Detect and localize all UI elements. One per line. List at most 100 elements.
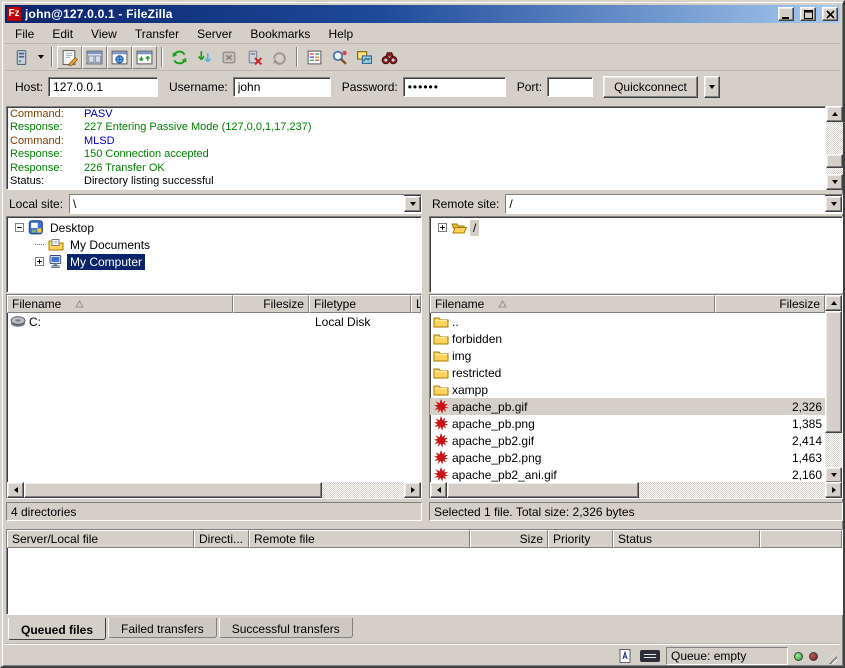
directory-comparison-button[interactable] (352, 46, 377, 69)
scroll-right-button[interactable] (404, 482, 421, 498)
menu-help[interactable]: Help (319, 25, 362, 43)
scroll-down-button[interactable] (825, 467, 842, 483)
tree-item-root[interactable]: / (430, 219, 842, 236)
quickconnect-dropdown[interactable] (704, 76, 720, 98)
remote-file-row[interactable]: .. (430, 313, 825, 330)
site-manager-dropdown[interactable] (34, 46, 47, 69)
titlebar[interactable]: Fz john@127.0.0.1 - FileZilla (5, 5, 840, 23)
tree-item-desktop[interactable]: Desktop (7, 219, 421, 236)
local-tree-icon (86, 49, 103, 66)
process-queue-button[interactable] (192, 46, 217, 69)
local-file-row[interactable]: C: Local Disk (7, 313, 421, 330)
column-header-filesize[interactable]: Filesize (233, 295, 309, 313)
resize-grip[interactable] (824, 651, 837, 664)
column-header-status[interactable]: Status (613, 530, 760, 548)
column-header-server-local-file[interactable]: Server/Local file (7, 530, 194, 548)
scroll-left-button[interactable] (7, 482, 24, 498)
maximize-button[interactable] (800, 7, 816, 21)
transfer-queue[interactable]: Server/Local file Directi... Remote file… (6, 529, 843, 615)
folder-icon (433, 382, 449, 397)
column-header-size[interactable]: Size (470, 530, 548, 548)
remote-site-combobox[interactable]: / (505, 194, 843, 214)
column-header-filename[interactable]: Filename (7, 295, 233, 313)
toggle-queue-button[interactable] (132, 46, 157, 69)
tab-failed-transfers[interactable]: Failed transfers (108, 618, 217, 638)
remote-file-row[interactable]: apache_pb2.gif 2,414 (430, 432, 825, 449)
column-header-filename[interactable]: Filename (430, 295, 715, 313)
scroll-down-button[interactable] (826, 174, 843, 190)
tab-successful-transfers[interactable]: Successful transfers (219, 618, 353, 638)
password-input[interactable] (403, 77, 506, 97)
local-site-combobox[interactable]: \ (69, 194, 422, 214)
menu-file[interactable]: File (6, 25, 43, 43)
synchronized-browsing-button[interactable] (377, 46, 402, 69)
expand-icon[interactable] (35, 257, 44, 266)
log-scrollbar[interactable] (826, 106, 843, 190)
remote-file-row[interactable]: apache_pb.png 1,385 (430, 415, 825, 432)
close-button[interactable] (822, 7, 838, 21)
menu-edit[interactable]: Edit (43, 25, 82, 43)
arrow-left-icon (437, 487, 441, 493)
tree-item-my-computer[interactable]: My Computer (7, 253, 421, 270)
port-input[interactable] (547, 77, 593, 97)
scroll-up-button[interactable] (826, 106, 843, 122)
tab-queued-files[interactable]: Queued files (8, 618, 106, 640)
remote-file-row[interactable]: forbidden (430, 330, 825, 347)
scrollbar-thumb[interactable] (825, 311, 842, 433)
remote-file-row[interactable]: img (430, 347, 825, 364)
menu-view[interactable]: View (82, 25, 126, 43)
host-input[interactable] (48, 77, 158, 97)
scrollbar-thumb[interactable] (447, 482, 639, 498)
scroll-right-button[interactable] (825, 482, 842, 498)
remote-list-hscrollbar[interactable] (430, 482, 842, 498)
remote-file-row[interactable]: restricted (430, 364, 825, 381)
password-label: Password: (342, 80, 398, 94)
sort-ascending-icon (498, 300, 507, 308)
column-header-filetype[interactable]: Filetype (309, 295, 411, 313)
toggle-remote-tree-button[interactable] (107, 46, 132, 69)
refresh-button[interactable] (167, 46, 192, 69)
menu-bookmarks[interactable]: Bookmarks (241, 25, 319, 43)
menubar: File Edit View Transfer Server Bookmarks… (5, 24, 840, 43)
tree-item-my-documents[interactable]: My Documents (7, 236, 421, 253)
disconnect-button[interactable] (242, 46, 267, 69)
speed-limits-icon[interactable] (640, 650, 660, 662)
remote-list-vscrollbar[interactable] (825, 295, 842, 483)
quickconnect-button[interactable]: Quickconnect (603, 76, 698, 98)
computer-icon (48, 254, 64, 269)
column-header-filesize[interactable]: Filesize (715, 295, 825, 313)
column-header-remote-file[interactable]: Remote file (249, 530, 470, 548)
toggle-message-log-button[interactable] (57, 46, 82, 69)
scrollbar-thumb[interactable] (24, 482, 322, 498)
minimize-button[interactable] (778, 7, 794, 21)
collapse-icon[interactable] (15, 223, 24, 232)
arrow-down-icon (832, 180, 838, 184)
menu-server[interactable]: Server (188, 25, 241, 43)
log-line: Command:PASV (10, 108, 825, 121)
scroll-up-button[interactable] (825, 295, 842, 311)
directory-listing-filter-button[interactable] (302, 46, 327, 69)
app-logo-icon[interactable]: Fz (7, 7, 21, 21)
toggle-local-tree-button[interactable] (82, 46, 107, 69)
column-header-direction[interactable]: Directi... (194, 530, 249, 548)
cancel-button[interactable] (217, 46, 242, 69)
column-header-priority[interactable]: Priority (548, 530, 613, 548)
remote-file-row-selected[interactable]: apache_pb.gif 2,326 (430, 398, 825, 415)
scrollbar-thumb[interactable] (826, 154, 843, 168)
site-manager-button[interactable] (9, 46, 34, 69)
scroll-left-button[interactable] (430, 482, 447, 498)
local-list-hscrollbar[interactable] (7, 482, 421, 498)
combo-dropdown-button[interactable] (825, 196, 842, 212)
expand-icon[interactable] (438, 223, 447, 232)
site-manager-icon (13, 49, 30, 66)
find-files-button[interactable] (327, 46, 352, 69)
remote-file-row[interactable]: apache_pb2.png 1,463 (430, 449, 825, 466)
remote-file-row[interactable]: xampp (430, 381, 825, 398)
combo-dropdown-button[interactable] (404, 196, 421, 212)
menu-transfer[interactable]: Transfer (126, 25, 188, 43)
remote-file-row[interactable]: apache_pb2_ani.gif 2,160 (430, 466, 825, 483)
username-input[interactable] (233, 77, 331, 97)
transfer-type-button[interactable] (616, 648, 634, 664)
column-header-last-modified[interactable]: L (411, 295, 421, 313)
reconnect-button[interactable] (267, 46, 292, 69)
